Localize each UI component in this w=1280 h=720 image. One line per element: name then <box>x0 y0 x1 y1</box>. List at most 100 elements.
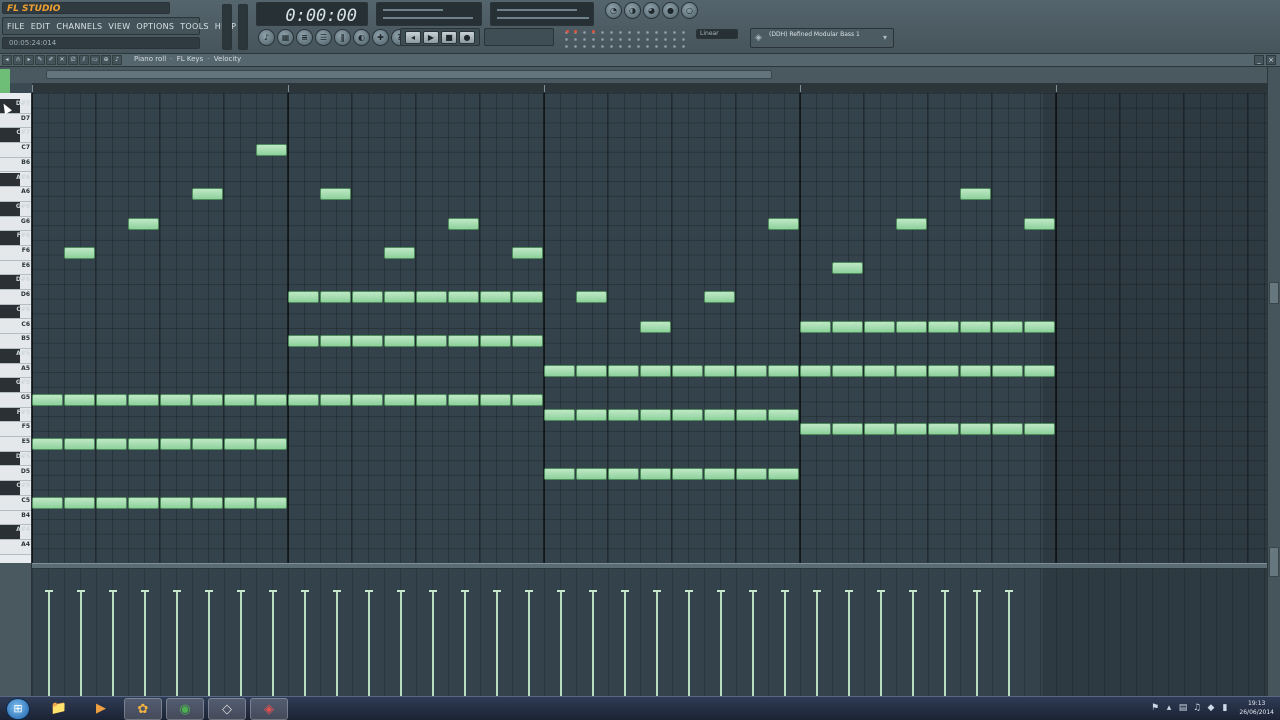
time-display[interactable]: 0:00:00 <box>256 2 368 26</box>
velocity-handle[interactable] <box>173 590 181 592</box>
close-icon[interactable]: × <box>1266 55 1276 65</box>
note-f5[interactable] <box>960 423 991 436</box>
menu-arrow-icon[interactable]: ◂ <box>2 55 12 65</box>
chevron-up-icon[interactable]: ▴ <box>1164 702 1174 714</box>
velocity-handle[interactable] <box>589 590 597 592</box>
velocity-handle[interactable] <box>973 590 981 592</box>
piano-key-d6[interactable]: D6 <box>0 290 31 305</box>
horizontal-scroll-thumb[interactable] <box>46 70 772 79</box>
velocity-handle[interactable] <box>685 590 693 592</box>
slice-icon[interactable]: ⫽ <box>79 55 89 65</box>
velocity-handle[interactable] <box>429 590 437 592</box>
piano-key-ds6[interactable]: D#6 <box>0 275 31 291</box>
note-d5[interactable] <box>608 467 639 480</box>
note-c5[interactable] <box>160 496 191 509</box>
note-e5[interactable] <box>256 438 287 451</box>
piano-key-gs5[interactable]: G#5 <box>0 378 31 393</box>
velocity-handle[interactable] <box>877 590 885 592</box>
note-c5[interactable] <box>192 496 223 509</box>
piano-key-as6[interactable]: A#6 <box>0 172 31 188</box>
note-fs5[interactable] <box>608 408 639 421</box>
piano-key-g6[interactable]: G6 <box>0 216 31 232</box>
velocity-handle[interactable] <box>205 590 213 592</box>
note-a6[interactable] <box>192 188 223 201</box>
note-g5[interactable] <box>32 394 63 406</box>
piano-keyboard[interactable]: D#7 D7 C#7 C7 B6 A#6 A6 G#6 G6 F#6 F6 E6 D#6 D6 C#6 C6 B… <box>0 93 32 563</box>
media-player-icon[interactable]: ▶ <box>82 698 120 720</box>
piano-key-fs6[interactable]: F#6 <box>0 231 31 246</box>
menu-item-tools[interactable]: TOOLS <box>180 22 209 31</box>
step-sequencer-icon[interactable]: ▦ <box>277 29 294 46</box>
note-g5[interactable] <box>288 394 319 406</box>
start-button[interactable]: ⊞ <box>6 698 30 720</box>
note-d6[interactable] <box>704 291 735 304</box>
note-c5[interactable] <box>256 496 287 509</box>
note-e6[interactable] <box>832 261 863 274</box>
shield-icon[interactable]: ◆ <box>1206 702 1216 714</box>
note-d6[interactable] <box>480 291 511 304</box>
channel-settings-icon[interactable]: ◐ <box>353 29 370 46</box>
piano-key-f5[interactable]: F5 <box>0 422 31 438</box>
menu-item-file[interactable]: FILE <box>7 22 25 31</box>
velocity-bar[interactable] <box>976 590 978 696</box>
piano-key-c6[interactable]: C6 <box>0 319 31 335</box>
velocity-handle[interactable] <box>717 590 725 592</box>
velocity-handle[interactable] <box>845 590 853 592</box>
velocity-bar[interactable] <box>560 590 562 696</box>
piano-key-f6[interactable]: F6 <box>0 246 31 261</box>
velocity-bar[interactable] <box>400 590 402 696</box>
note-e5[interactable] <box>32 438 63 451</box>
velocity-bar[interactable] <box>880 590 882 696</box>
note-f5[interactable] <box>928 423 959 436</box>
power-icon[interactable]: ▮ <box>1220 702 1230 714</box>
velocity-bar[interactable] <box>176 590 178 696</box>
note-g5[interactable] <box>416 394 447 406</box>
note-e5[interactable] <box>128 438 159 451</box>
piano-key-a5[interactable]: A5 <box>0 363 31 379</box>
menu-item-options[interactable]: OPTIONS <box>136 22 174 31</box>
velocity-bar[interactable] <box>304 590 306 696</box>
master-pitch-slider[interactable] <box>238 4 248 50</box>
fl-studio-icon[interactable]: ✿ <box>124 698 162 720</box>
system-clock[interactable]: 19:13 26/06/2014 <box>1239 699 1274 717</box>
stop-icon[interactable]: ■ <box>441 31 457 44</box>
note-fs5[interactable] <box>576 408 607 421</box>
velocity-bar[interactable] <box>944 590 946 696</box>
record-icon[interactable]: ● <box>459 31 475 44</box>
note-g5[interactable] <box>224 394 255 406</box>
piano-key-c7[interactable]: C7 <box>0 143 31 158</box>
note-d6[interactable] <box>448 291 479 304</box>
piano-key-d5[interactable]: D5 <box>0 466 31 482</box>
velocity-bar[interactable] <box>528 590 530 696</box>
magnet-icon[interactable]: ∩ <box>13 55 23 65</box>
note-g5[interactable] <box>64 394 95 406</box>
note-a5[interactable] <box>672 364 703 377</box>
note-b5[interactable] <box>288 335 319 348</box>
note-g6[interactable] <box>448 217 479 230</box>
piano-key-b4[interactable]: B4 <box>0 510 31 526</box>
note-d6[interactable] <box>320 291 351 304</box>
note-g5[interactable] <box>352 394 383 406</box>
select-icon[interactable]: ▭ <box>90 55 100 65</box>
note-a5[interactable] <box>896 364 927 377</box>
note-e5[interactable] <box>64 438 95 451</box>
note-a6[interactable] <box>960 188 991 201</box>
velocity-handle[interactable] <box>813 590 821 592</box>
note-f5[interactable] <box>800 423 831 436</box>
velocity-handle[interactable] <box>653 590 661 592</box>
note-b5[interactable] <box>416 335 447 348</box>
vertical-scrollbar[interactable] <box>1267 67 1280 697</box>
note-f5[interactable] <box>896 423 927 436</box>
note-g6[interactable] <box>128 217 159 230</box>
velocity-handle[interactable] <box>301 590 309 592</box>
piano-key-ds5[interactable]: D#5 <box>0 451 31 467</box>
velocity-handle[interactable] <box>1005 590 1013 592</box>
velocity-bar[interactable] <box>720 590 722 696</box>
piano-key-fs5[interactable]: F#5 <box>0 407 31 423</box>
velocity-handle[interactable] <box>109 590 117 592</box>
metronome-icon[interactable]: ◔ <box>605 2 622 19</box>
note-fs5[interactable] <box>736 408 767 421</box>
velocity-handle[interactable] <box>525 590 533 592</box>
piano-key-a4[interactable]: A4 <box>0 540 31 555</box>
note-g5[interactable] <box>320 394 351 406</box>
